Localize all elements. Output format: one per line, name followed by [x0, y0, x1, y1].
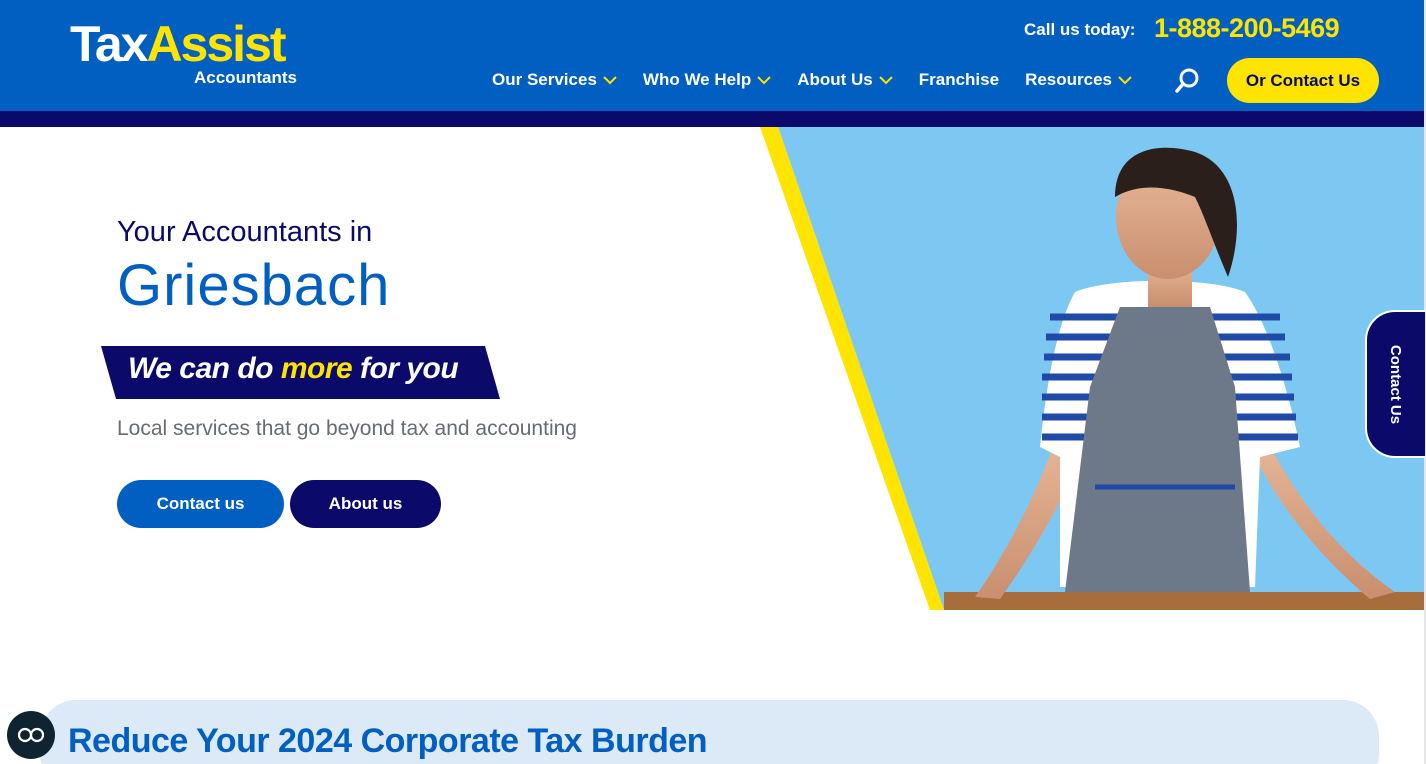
- header-contact-button[interactable]: Or Contact Us: [1227, 58, 1379, 103]
- nav-franchise[interactable]: Franchise: [919, 70, 999, 90]
- nav-our-services[interactable]: Our Services: [492, 70, 617, 90]
- accessibility-button[interactable]: [7, 711, 55, 759]
- hero-city-title: Griesbach: [117, 253, 391, 318]
- header-divider: [0, 111, 1424, 127]
- hero-contact-button[interactable]: Contact us: [117, 480, 284, 528]
- main-nav: Our Services Who We Help About Us Franch…: [492, 66, 1158, 94]
- logo-subtitle: Accountants: [194, 68, 297, 87]
- chevron-down-icon: [603, 76, 617, 85]
- site-header: TaxAssist Accountants Call us today: 1-8…: [0, 0, 1424, 111]
- search-icon[interactable]: [1174, 66, 1202, 94]
- chevron-down-icon: [879, 76, 893, 85]
- side-contact-tab[interactable]: Contact Us: [1365, 310, 1425, 458]
- hero-tagline: Local services that go beyond tax and ac…: [117, 417, 577, 440]
- hero-banner-text: We can do more for you: [128, 352, 459, 385]
- hero-about-button[interactable]: About us: [290, 480, 441, 528]
- side-tab-label: Contact Us: [1387, 344, 1405, 424]
- hero-subtitle: Your Accountants in: [117, 216, 373, 248]
- chevron-down-icon: [757, 76, 771, 85]
- nav-who-we-help[interactable]: Who We Help: [643, 70, 771, 90]
- taxassist-logo[interactable]: TaxAssist Accountants: [70, 16, 310, 91]
- nav-resources[interactable]: Resources: [1025, 70, 1132, 90]
- nav-label: Franchise: [918, 70, 1000, 89]
- phone-link[interactable]: 1-888-200-5469: [1154, 13, 1340, 44]
- nav-label: Who We Help: [642, 70, 752, 89]
- nav-label: Resources: [1025, 70, 1112, 89]
- promo-title: Reduce Your 2024 Corporate Tax Burden: [68, 722, 708, 760]
- accessibility-icon: [17, 727, 45, 743]
- nav-label: Our Services: [492, 70, 597, 89]
- nav-about-us[interactable]: About Us: [797, 70, 893, 90]
- logo-wordmark: TaxAssist: [70, 16, 287, 72]
- chevron-down-icon: [1118, 76, 1132, 85]
- nav-label: About Us: [797, 70, 873, 89]
- call-label: Call us today:: [1024, 20, 1136, 39]
